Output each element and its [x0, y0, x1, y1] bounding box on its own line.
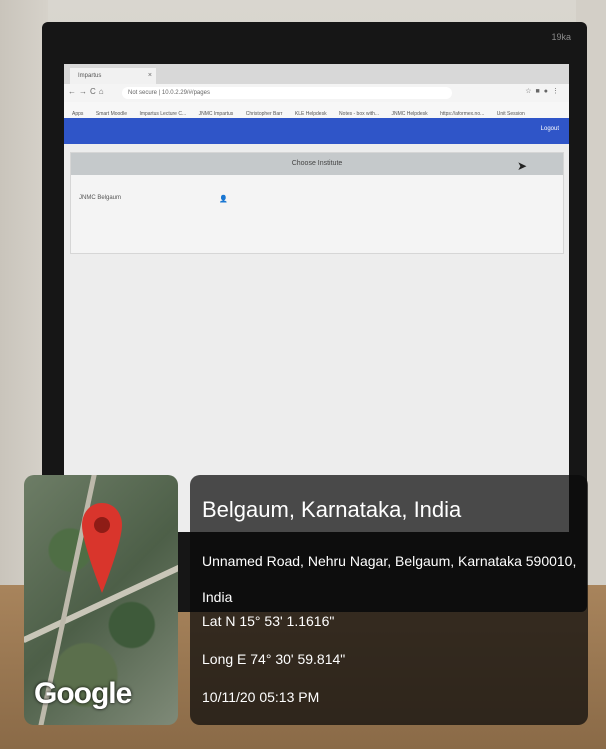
mouse-cursor-icon: ➤	[516, 159, 527, 173]
close-icon[interactable]: ×	[148, 68, 152, 84]
address-bar: ←→C⌂ Not secure | 10.0.2.29/#/pages ☆■●⋮	[64, 84, 569, 102]
browser-tab[interactable]: Impartus ×	[70, 68, 156, 84]
map-pin-icon	[82, 503, 122, 593]
nav-icons[interactable]: ←→C⌂	[68, 87, 107, 96]
browser-tabbar: Impartus ×	[64, 64, 569, 84]
logout-button[interactable]: Logout	[541, 126, 559, 132]
toolbar-icons[interactable]: ☆■●⋮	[525, 87, 563, 95]
bookmarks-bar: Apps Smart Moodle Impartus Lecture C... …	[64, 102, 569, 119]
screen: Impartus × ←→C⌂ Not secure | 10.0.2.29/#…	[64, 64, 569, 532]
institute-card: Choose Institute ➤ JNMC Belgaum 👤	[70, 152, 564, 254]
geotag-info-panel: Belgaum, Karnataka, India Unnamed Road, …	[190, 475, 588, 725]
longitude: Long E 74° 30' 59.814"	[202, 651, 346, 667]
timestamp: 10/11/20 05:13 PM	[202, 689, 320, 705]
url-field[interactable]: Not secure | 10.0.2.29/#/pages	[122, 87, 452, 99]
card-title: Choose Institute	[71, 153, 563, 175]
address-text: Unnamed Road, Nehru Nagar, Belgaum, Karn…	[202, 553, 577, 605]
latitude: Lat N 15° 53' 1.1616"	[202, 613, 335, 629]
monitor-brand: 19ka	[551, 32, 571, 42]
user-icon[interactable]: 👤	[219, 195, 228, 203]
map-thumbnail: Google	[24, 475, 178, 725]
app-header: Logout	[64, 118, 569, 144]
place-title: Belgaum, Karnataka, India	[202, 497, 462, 522]
google-logo: Google	[34, 677, 132, 710]
tab-title: Impartus	[78, 73, 102, 79]
page-body: Choose Institute ➤ JNMC Belgaum 👤	[64, 144, 569, 532]
institute-name[interactable]: JNMC Belgaum	[79, 195, 121, 201]
